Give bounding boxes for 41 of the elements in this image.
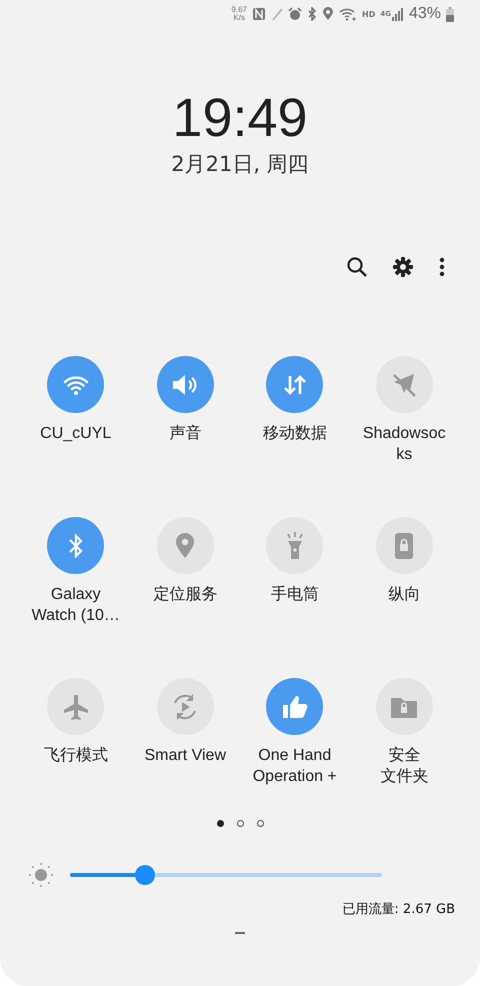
airplane-icon (62, 692, 90, 720)
location-icon (322, 7, 334, 21)
tile-label: Smart View (144, 746, 226, 766)
wifi-icon (62, 374, 89, 396)
up-down-arrows-icon (282, 372, 307, 396)
speaker-icon (171, 372, 200, 396)
pen-icon (271, 7, 283, 21)
more-icon[interactable] (439, 257, 445, 277)
location-pin-icon (175, 532, 196, 558)
bluetooth-icon (307, 7, 317, 21)
hd-label: HD (362, 10, 376, 18)
clock-date: 2月21日, 周四 (170, 151, 310, 178)
slider-thumb[interactable] (134, 865, 155, 885)
search-icon[interactable] (347, 257, 367, 277)
network-speed: 9.67 K/s (231, 6, 247, 22)
tile-label: One Hand Operation + (252, 746, 337, 787)
battery-icon (446, 6, 454, 22)
tile-label: 声音 (169, 424, 202, 444)
thumbs-up-icon (282, 694, 308, 720)
alarm-icon (288, 7, 302, 21)
data-usage-text: 已用流量: 2.67 GB (342, 901, 455, 918)
tile-label: 手电筒 (270, 584, 319, 605)
tile-label: 纵向 (388, 585, 420, 605)
wifi-icon (339, 7, 357, 21)
tile-label: Shadowsoc ks (362, 424, 446, 465)
tile-label: 安全 文件夹 (380, 746, 428, 787)
tile-label: 移动数据 (262, 424, 327, 444)
flashlight-icon (284, 532, 305, 560)
nfc-icon (252, 7, 266, 21)
brightness-icon (28, 862, 54, 888)
bluetooth-icon (66, 532, 85, 558)
tile-label: CU_cUYL (40, 424, 112, 444)
phone-lock-icon (394, 532, 414, 560)
clock-time: 19:49 (171, 88, 309, 148)
settings-icon[interactable] (393, 257, 413, 277)
tile-label: Galaxy Watch (10… (32, 585, 120, 626)
tile-label: 飞行模式 (44, 746, 108, 766)
battery-percent: 43% (408, 5, 441, 23)
signal-icon (392, 7, 404, 21)
drag-handle[interactable] (235, 932, 245, 934)
tile-label: 定位服务 (153, 584, 218, 605)
